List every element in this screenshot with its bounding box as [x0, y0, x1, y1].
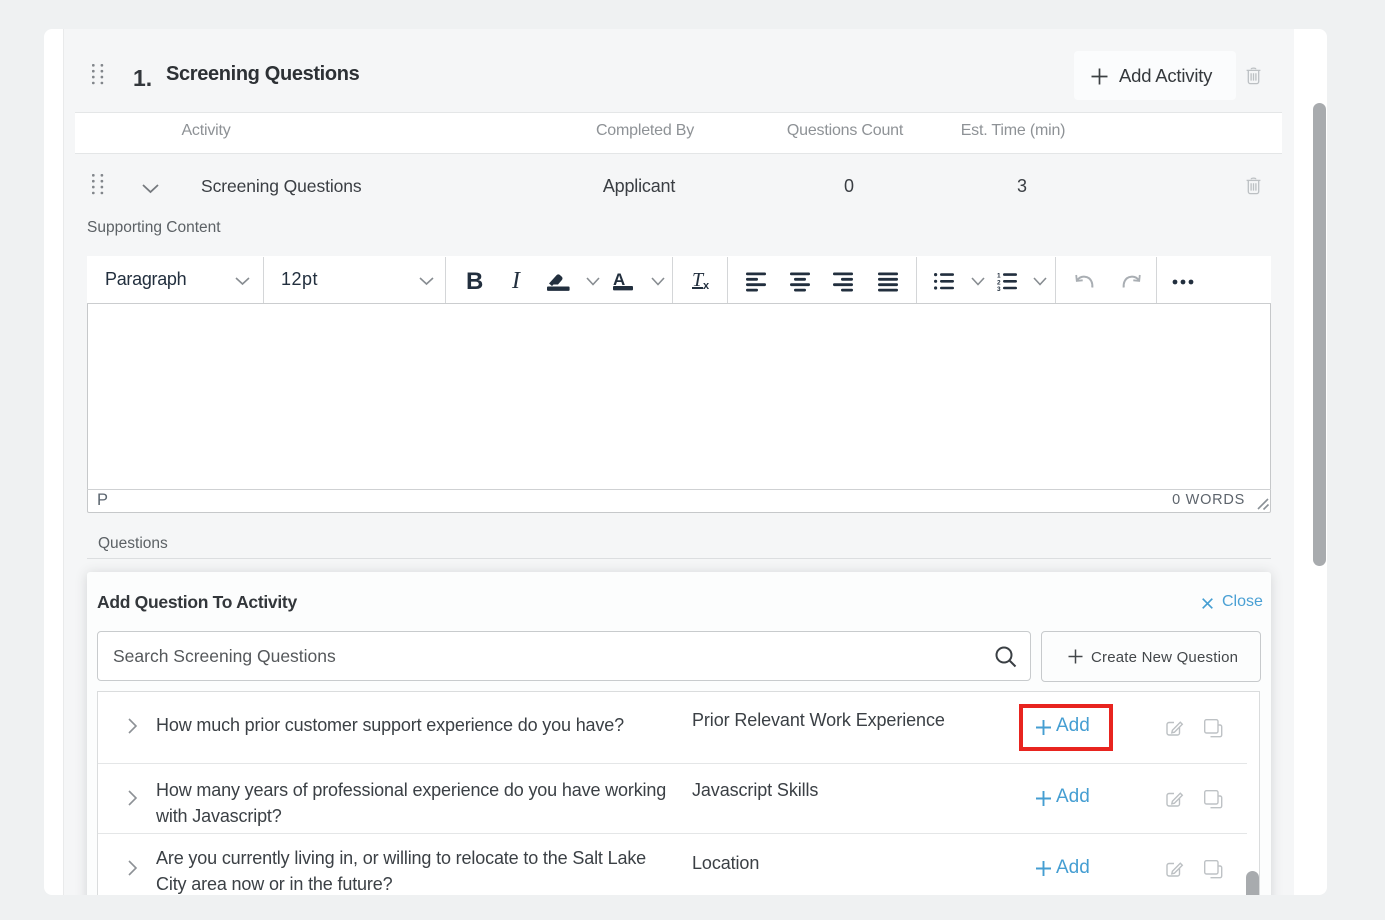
svg-text:3: 3 [997, 286, 1001, 293]
